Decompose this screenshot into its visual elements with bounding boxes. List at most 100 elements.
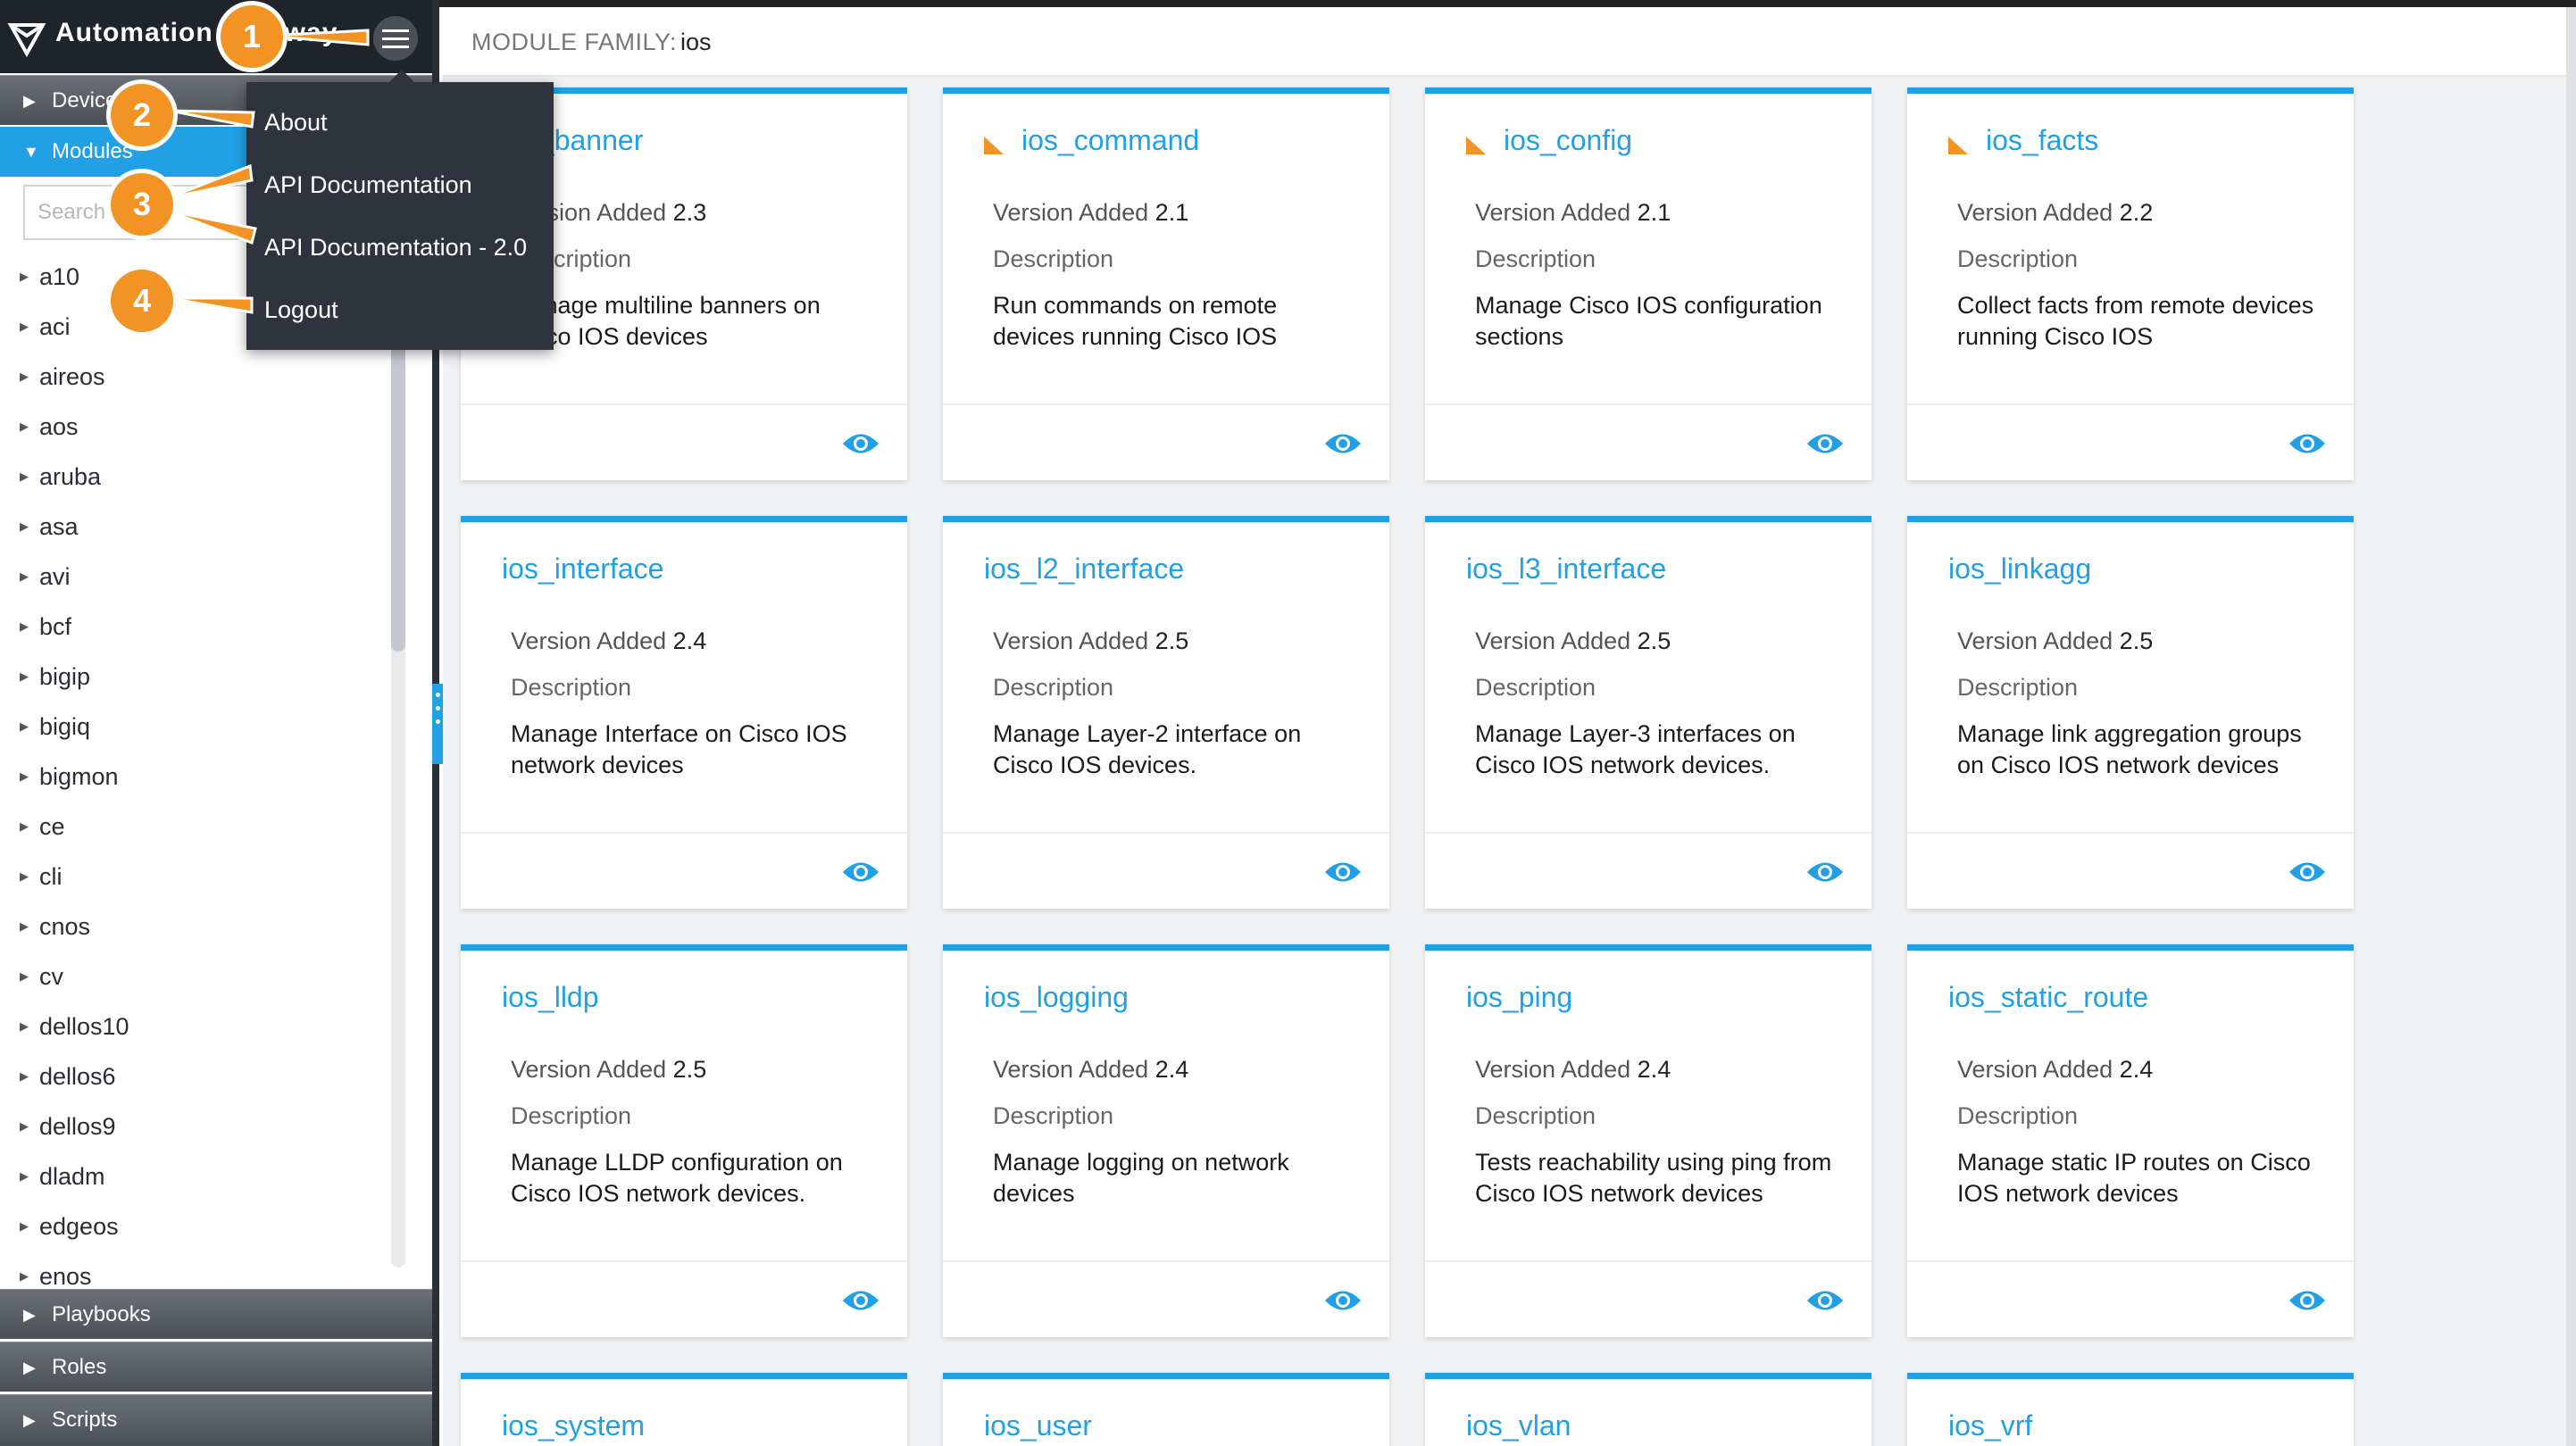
view-eye-icon[interactable]: [841, 430, 880, 457]
view-eye-icon[interactable]: [1323, 430, 1363, 457]
module-name-link[interactable]: ios_config: [1504, 124, 1632, 157]
section-label: Roles: [52, 1355, 107, 1379]
module-family-item[interactable]: ▶ asa: [0, 502, 393, 552]
list-item-label: aci: [39, 313, 71, 340]
module-name-link[interactable]: ios_facts: [1986, 124, 2098, 157]
module-family-item[interactable]: ▶ aos: [0, 402, 393, 452]
module-card[interactable]: ios_l3_interface Version Added 2.5 Descr…: [1425, 516, 1872, 909]
card-footer: [1907, 1260, 2354, 1337]
view-eye-icon[interactable]: [1805, 1287, 1845, 1314]
module-family-item[interactable]: ▶ aireos: [0, 352, 393, 402]
module-family-item[interactable]: ▶ bigmon: [0, 752, 393, 802]
module-name-link[interactable]: ios_logging: [984, 981, 1129, 1014]
view-eye-icon[interactable]: [841, 1287, 880, 1314]
view-eye-icon[interactable]: [2288, 1287, 2327, 1314]
app-title: Automation Gateway: [55, 18, 338, 47]
card-footer: [461, 403, 907, 480]
module-card[interactable]: ios_facts Version Added 2.2 Description …: [1907, 87, 2354, 480]
sidebar-section-playbooks[interactable]: ▶ Playbooks: [0, 1289, 432, 1339]
caret-right-icon: ▶: [20, 1219, 29, 1233]
main-menu-dropdown: About API Documentation API Documentatio…: [246, 70, 554, 350]
section-label: Scripts: [52, 1408, 118, 1432]
module-name-link[interactable]: ios_user: [984, 1409, 1092, 1442]
module-card[interactable]: ios_command Version Added 2.1 Descriptio…: [943, 87, 1389, 480]
card-footer: [461, 1260, 907, 1337]
view-eye-icon[interactable]: [2288, 430, 2327, 457]
view-eye-icon[interactable]: [1323, 859, 1363, 885]
caret-right-icon: ▶: [20, 969, 29, 983]
module-card[interactable]: ios_static_route Version Added 2.4 Descr…: [1907, 944, 2354, 1337]
view-eye-icon[interactable]: [1323, 1287, 1363, 1314]
module-name-link[interactable]: ios_command: [1021, 124, 1199, 157]
module-family-item[interactable]: ▶ dellos9: [0, 1101, 393, 1151]
module-card[interactable]: ios_ping Version Added 2.4 Description T…: [1425, 944, 1872, 1337]
hamburger-menu-button[interactable]: [373, 16, 418, 61]
module-family-item[interactable]: ▶ dellos6: [0, 1051, 393, 1101]
module-card[interactable]: ios_l2_interface Version Added 2.5 Descr…: [943, 516, 1389, 909]
list-item-label: cnos: [39, 913, 91, 940]
module-family-item[interactable]: ▶ bcf: [0, 602, 393, 652]
card-footer: [1425, 832, 1872, 909]
module-card[interactable]: ios_user: [943, 1373, 1389, 1446]
module-family-item[interactable]: ▶ edgeos: [0, 1201, 393, 1251]
module-family-item[interactable]: ▶ cnos: [0, 902, 393, 952]
module-family-item[interactable]: ▶ cli: [0, 852, 393, 902]
version-added: Version Added 2.1: [1475, 199, 1671, 226]
card-footer: [461, 832, 907, 909]
module-name-link[interactable]: ios_static_route: [1948, 981, 2148, 1014]
view-eye-icon[interactable]: [1805, 430, 1845, 457]
card-footer: [943, 832, 1389, 909]
module-card[interactable]: ios_system: [461, 1373, 907, 1446]
module-name-link[interactable]: ios_l3_interface: [1466, 553, 1666, 586]
module-family-item[interactable]: ▶ aruba: [0, 452, 393, 502]
module-name-link[interactable]: ios_interface: [502, 553, 663, 586]
module-card[interactable]: ios_logging Version Added 2.4 Descriptio…: [943, 944, 1389, 1337]
module-card[interactable]: ios_linkagg Version Added 2.5 Descriptio…: [1907, 516, 2354, 909]
caret-right-icon: ▶: [20, 370, 29, 383]
hamburger-icon-bar: [382, 29, 409, 32]
module-name-link[interactable]: ios_system: [502, 1409, 645, 1442]
module-description: Manage static IP routes on Cisco IOS net…: [1957, 1149, 2311, 1207]
module-name-link[interactable]: ios_lldp: [502, 981, 599, 1014]
page-scrollbar[interactable]: [2566, 7, 2576, 1446]
description-label: Description: [1475, 245, 1596, 272]
module-card[interactable]: ios_lldp Version Added 2.5 Description M…: [461, 944, 907, 1337]
version-added: Version Added 2.5: [1957, 627, 2154, 654]
section-label: Modules: [52, 139, 133, 163]
menu-item-logout[interactable]: Logout: [264, 296, 338, 324]
view-eye-icon[interactable]: [1805, 859, 1845, 885]
module-card[interactable]: ios_vrf: [1907, 1373, 2354, 1446]
module-family-item[interactable]: ▶ bigiq: [0, 702, 393, 752]
module-family-item[interactable]: ▶ avi: [0, 552, 393, 602]
view-eye-icon[interactable]: [841, 859, 880, 885]
sidebar-section-scripts[interactable]: ▶ Scripts: [0, 1394, 432, 1446]
module-card[interactable]: ios_interface Version Added 2.4 Descript…: [461, 516, 907, 909]
sidebar-scrollbar-thumb[interactable]: [391, 303, 405, 652]
module-name-link[interactable]: ios_l2_interface: [984, 553, 1184, 586]
menu-item-api-documentation[interactable]: API Documentation: [264, 171, 472, 199]
list-item-label: dellos9: [39, 1113, 116, 1140]
caret-right-icon: ▶: [20, 819, 29, 833]
callout-badge-2: 2: [111, 84, 173, 146]
module-family-item[interactable]: ▶ bigip: [0, 652, 393, 702]
view-eye-icon[interactable]: [2288, 859, 2327, 885]
card-footer: [1907, 832, 2354, 909]
description-label: Description: [993, 674, 1114, 701]
sidebar-resize-handle[interactable]: [432, 684, 443, 764]
caret-right-icon: ▶: [20, 719, 29, 733]
module-name-link[interactable]: ios_vlan: [1466, 1409, 1571, 1442]
sidebar-section-roles[interactable]: ▶ Roles: [0, 1342, 432, 1392]
module-family-item[interactable]: ▶ ce: [0, 802, 393, 852]
module-card[interactable]: ios_vlan: [1425, 1373, 1872, 1446]
caret-right-icon: ▶: [20, 619, 29, 633]
module-card[interactable]: ios_config Version Added 2.1 Description…: [1425, 87, 1872, 480]
menu-item-about[interactable]: About: [264, 109, 328, 137]
module-name-link[interactable]: ios_vrf: [1948, 1409, 2032, 1442]
module-family-item[interactable]: ▶ dellos10: [0, 1001, 393, 1051]
module-family-item[interactable]: ▶ cv: [0, 952, 393, 1001]
module-name-link[interactable]: ios_ping: [1466, 981, 1572, 1014]
module-name-link[interactable]: ios_linkagg: [1948, 553, 2091, 586]
module-family-item[interactable]: ▶ dladm: [0, 1151, 393, 1201]
module-description: Manage LLDP configuration on Cisco IOS n…: [511, 1149, 843, 1207]
menu-item-api-documentation-2[interactable]: API Documentation - 2.0: [264, 234, 527, 262]
